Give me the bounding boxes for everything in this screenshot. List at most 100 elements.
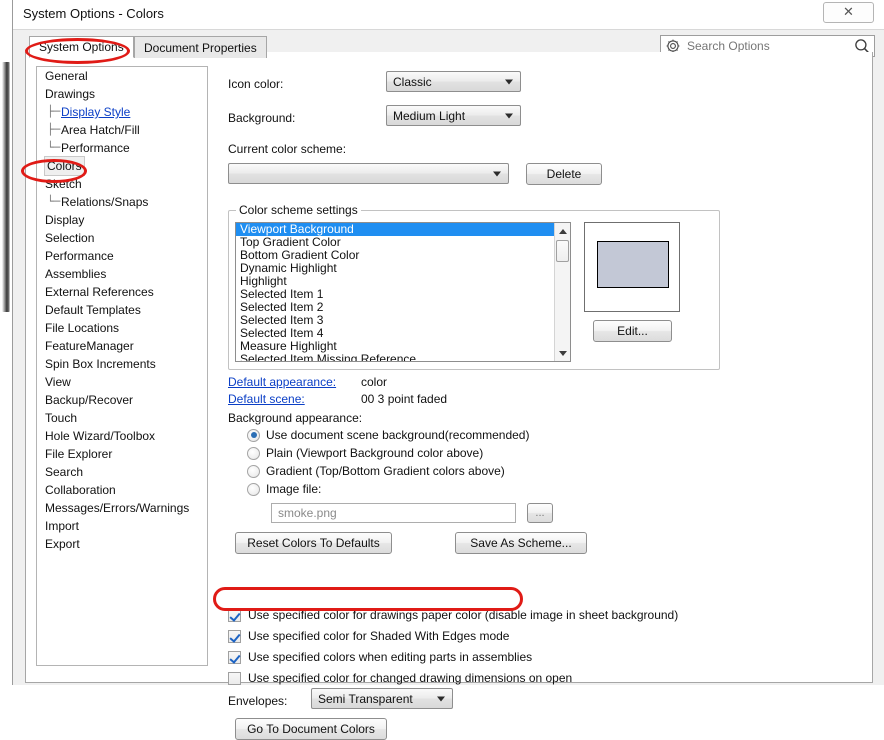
list-scrollbar[interactable]: [554, 223, 570, 361]
radio-plain-viewport-background[interactable]: Plain (Viewport Background color above): [247, 446, 483, 460]
image-file-input[interactable]: smoke.png: [271, 503, 516, 523]
sidebar-item-performance[interactable]: Performance: [37, 247, 207, 265]
sidebar-item-hole-wizard-toolbox[interactable]: Hole Wizard/Toolbox: [37, 427, 207, 445]
sidebar-item-label: Drawings: [45, 87, 96, 101]
sidebar-item-messages-errors-warnings[interactable]: Messages/Errors/Warnings: [37, 499, 207, 517]
sidebar-item-export[interactable]: Export: [37, 535, 207, 553]
radio-label: Plain (Viewport Background color above): [266, 446, 484, 460]
sidebar-item-label: Display Style: [61, 105, 131, 119]
app-scrollbar-thumb[interactable]: [2, 62, 10, 312]
sidebar-item-label: Collaboration: [45, 483, 116, 497]
tab-document-properties-label: Document Properties: [144, 40, 257, 55]
sidebar-item-label: Colors: [44, 156, 85, 176]
sidebar-item-assemblies[interactable]: Assemblies: [37, 265, 207, 283]
chevron-down-icon: [558, 350, 567, 356]
browse-image-button[interactable]: ...: [527, 503, 553, 523]
radio-label: Gradient (Top/Bottom Gradient colors abo…: [266, 464, 505, 478]
checkbox-indicator: [228, 629, 241, 643]
sidebar-item-backup-recover[interactable]: Backup/Recover: [37, 391, 207, 409]
radio-label: Use document scene background(recommende…: [266, 428, 530, 442]
color-scheme-item[interactable]: Selected Item Missing Reference: [236, 353, 554, 362]
sidebar-item-drawings[interactable]: Drawings: [37, 85, 207, 103]
tab-document-properties[interactable]: Document Properties: [134, 36, 267, 58]
app-scrollbar-track[interactable]: [0, 0, 12, 685]
sidebar-item-performance[interactable]: └─ Performance: [37, 139, 207, 157]
sidebar-item-colors[interactable]: Colors: [37, 156, 207, 176]
sidebar-item-general[interactable]: General: [37, 67, 207, 85]
close-button[interactable]: ✕: [823, 2, 874, 23]
options-category-list[interactable]: General Drawings ├─ Display Style ├─ Area Hat…: [36, 66, 208, 666]
icon-color-dropdown[interactable]: Classic: [386, 71, 521, 92]
sidebar-item-label: File Locations: [45, 321, 120, 335]
sidebar-item-external-references[interactable]: External References: [37, 283, 207, 301]
sidebar-item-collaboration[interactable]: Collaboration: [37, 481, 207, 499]
sidebar-item-display-style[interactable]: ├─ Display Style: [37, 103, 207, 121]
sidebar-item-label: Hole Wizard/Toolbox: [45, 429, 156, 443]
checkbox-use-specified-colors-assemblies[interactable]: Use specified colors when editing parts …: [228, 650, 532, 664]
color-scheme-settings-items: Viewport Background Top Gradient Color Bot…: [236, 223, 554, 362]
background-label: Background:: [228, 111, 296, 125]
tab-system-options[interactable]: System Options: [29, 36, 134, 58]
sidebar-item-file-locations[interactable]: File Locations: [37, 319, 207, 337]
sidebar-item-label: Messages/Errors/Warnings: [45, 501, 190, 515]
envelopes-dropdown[interactable]: Semi Transparent: [311, 688, 453, 709]
sidebar-item-search[interactable]: Search: [37, 463, 207, 481]
radio-indicator: [247, 482, 260, 496]
radio-label: Image file:: [266, 482, 322, 496]
list-scrollbar-thumb[interactable]: [556, 240, 569, 262]
go-to-document-colors-button[interactable]: Go To Document Colors: [235, 718, 387, 740]
background-dropdown[interactable]: Medium Light: [386, 105, 521, 126]
radio-indicator: [247, 464, 260, 478]
scroll-down-button[interactable]: [555, 345, 570, 361]
default-appearance-link[interactable]: Default appearance:: [228, 375, 336, 389]
sidebar-item-import[interactable]: Import: [37, 517, 207, 535]
icon-color-label: Icon color:: [228, 77, 284, 91]
sidebar-item-label: Default Templates: [45, 303, 141, 317]
checkbox-drawings-paper-color[interactable]: Use specified color for drawings paper c…: [228, 608, 678, 622]
delete-button[interactable]: Delete: [526, 163, 602, 185]
sidebar-item-label: Selection: [45, 231, 95, 245]
background-appearance-label: Background appearance:: [228, 411, 363, 425]
scroll-up-button[interactable]: [555, 223, 570, 239]
sidebar-item-label: Export: [45, 537, 80, 551]
sidebar-item-default-templates[interactable]: Default Templates: [37, 301, 207, 319]
dialog-content: General Drawings ├─ Display Style ├─ Area Hat…: [25, 52, 873, 740]
sidebar-item-relations-snaps[interactable]: └─ Relations/Snaps: [37, 193, 207, 211]
envelopes-value: Semi Transparent: [318, 691, 413, 706]
sidebar-item-touch[interactable]: Touch: [37, 409, 207, 427]
default-scene-link[interactable]: Default scene:: [228, 392, 305, 406]
save-as-scheme-button[interactable]: Save As Scheme...: [455, 532, 587, 554]
sidebar-item-featuremanager[interactable]: FeatureManager: [37, 337, 207, 355]
tree-branch-icon: ├─: [47, 123, 61, 136]
tree-branch-icon: ├─: [47, 105, 61, 118]
checkbox-shaded-with-edges[interactable]: Use specified color for Shaded With Edge…: [228, 629, 509, 643]
current-color-scheme-dropdown[interactable]: [228, 163, 509, 184]
sidebar-item-spin-box-increments[interactable]: Spin Box Increments: [37, 355, 207, 373]
reset-colors-button[interactable]: Reset Colors To Defaults: [235, 532, 392, 554]
checkbox-indicator: [228, 608, 241, 622]
radio-gradient-background[interactable]: Gradient (Top/Bottom Gradient colors abo…: [247, 464, 505, 478]
close-icon: ✕: [843, 5, 854, 20]
color-scheme-settings-list[interactable]: Viewport Background Top Gradient Color Bot…: [235, 222, 571, 362]
sidebar-item-view[interactable]: View: [37, 373, 207, 391]
background-value: Medium Light: [393, 108, 466, 123]
checkbox-changed-drawing-dimensions[interactable]: Use specified color for changed drawing …: [228, 671, 572, 685]
sidebar-item-area-hatch-fill[interactable]: ├─ Area Hatch/Fill: [37, 121, 207, 139]
sidebar-item-label: File Explorer: [45, 447, 113, 461]
radio-use-document-scene-background[interactable]: Use document scene background(recommende…: [247, 428, 529, 442]
tree-branch-icon: └─: [47, 141, 61, 154]
sidebar-item-label: Spin Box Increments: [45, 357, 156, 371]
icon-color-value: Classic: [393, 74, 432, 89]
reset-colors-button-label: Reset Colors To Defaults: [247, 536, 380, 550]
sidebar-item-display[interactable]: Display: [37, 211, 207, 229]
options-dialog: System Options - Colors ✕ System Options…: [12, 0, 884, 740]
system-options-window: System Options - Colors ✕ System Options…: [0, 0, 884, 740]
sidebar-item-label: Import: [45, 519, 80, 533]
sidebar-item-sketch[interactable]: Sketch: [37, 175, 207, 193]
radio-image-file[interactable]: Image file:: [247, 482, 321, 496]
sidebar-item-selection[interactable]: Selection: [37, 229, 207, 247]
tab-system-options-label: System Options: [39, 40, 124, 54]
checkbox-indicator: [228, 671, 241, 685]
edit-color-button[interactable]: Edit...: [593, 320, 672, 342]
sidebar-item-file-explorer[interactable]: File Explorer: [37, 445, 207, 463]
